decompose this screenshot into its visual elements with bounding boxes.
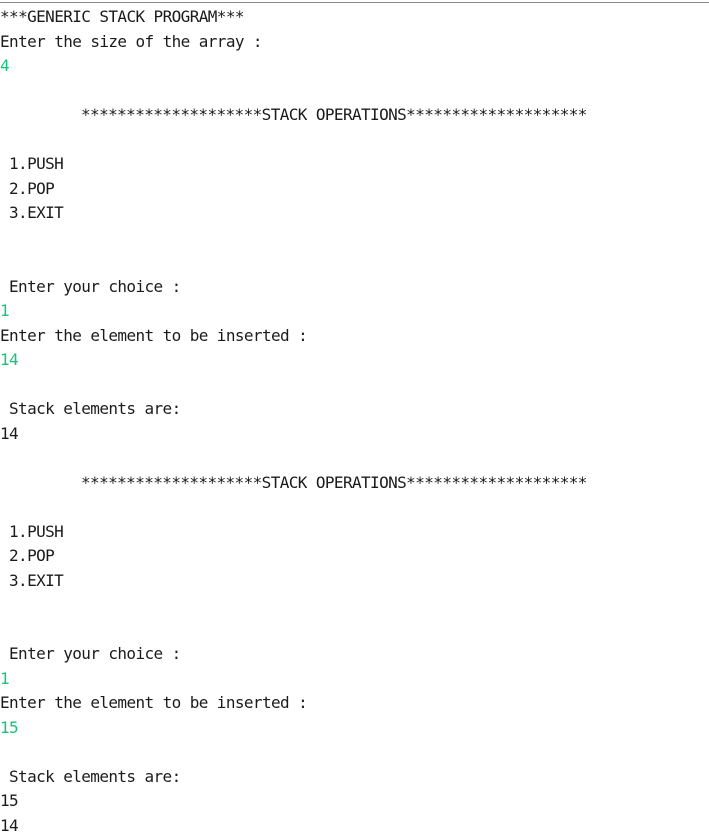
choice-input: 1 xyxy=(0,299,709,324)
blank-line xyxy=(0,79,709,104)
element-input: 15 xyxy=(0,716,709,741)
choice-input: 1 xyxy=(0,667,709,692)
size-input: 4 xyxy=(0,54,709,79)
menu-item-pop: 2.POP xyxy=(0,177,709,202)
stack-value: 15 xyxy=(0,789,709,814)
element-prompt: Enter the element to be inserted : xyxy=(0,324,709,349)
menu-item-pop: 2.POP xyxy=(0,544,709,569)
blank-line xyxy=(0,226,709,251)
element-prompt: Enter the element to be inserted : xyxy=(0,691,709,716)
choice-prompt: Enter your choice : xyxy=(0,275,709,300)
choice-prompt: Enter your choice : xyxy=(0,642,709,667)
blank-line xyxy=(0,740,709,765)
stack-elements-label: Stack elements are: xyxy=(0,397,709,422)
blank-line xyxy=(0,495,709,520)
stack-elements-label: Stack elements are: xyxy=(0,765,709,790)
menu-item-exit: 3.EXIT xyxy=(0,201,709,226)
blank-line xyxy=(0,593,709,618)
menu-item-exit: 3.EXIT xyxy=(0,569,709,594)
blank-line xyxy=(0,250,709,275)
stack-operations-banner: ********************STACK OPERATIONS****… xyxy=(0,103,709,128)
stack-value: 14 xyxy=(0,814,709,838)
stack-operations-banner: ********************STACK OPERATIONS****… xyxy=(0,471,709,496)
console-output: ***GENERIC STACK PROGRAM*** Enter the si… xyxy=(0,5,709,838)
program-title: ***GENERIC STACK PROGRAM*** xyxy=(0,5,709,30)
size-prompt: Enter the size of the array : xyxy=(0,30,709,55)
blank-line xyxy=(0,373,709,398)
menu-item-push: 1.PUSH xyxy=(0,520,709,545)
menu-item-push: 1.PUSH xyxy=(0,152,709,177)
stack-value: 14 xyxy=(0,422,709,447)
window-top-border xyxy=(0,2,709,3)
blank-line xyxy=(0,446,709,471)
blank-line xyxy=(0,618,709,643)
blank-line xyxy=(0,128,709,153)
element-input: 14 xyxy=(0,348,709,373)
